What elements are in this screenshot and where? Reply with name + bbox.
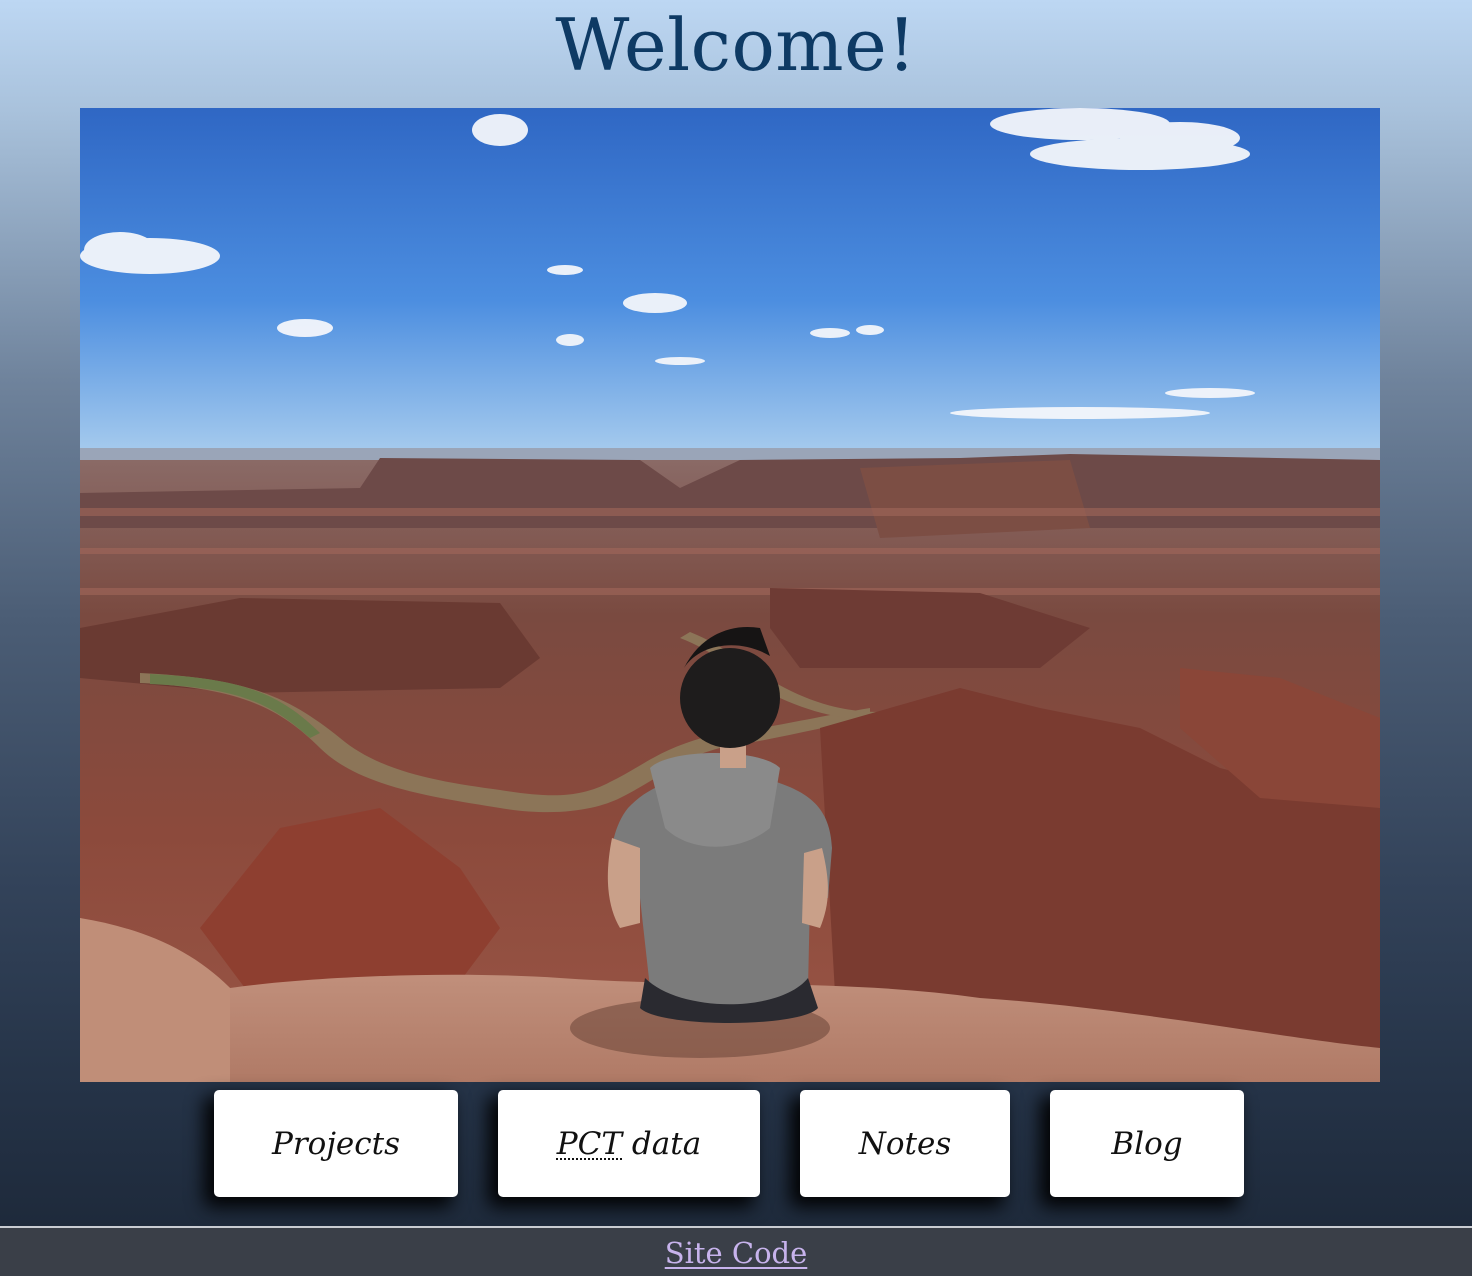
nav-blog-button[interactable]: Blog xyxy=(1050,1090,1244,1197)
nav-notes-label: Notes xyxy=(858,1125,952,1162)
nav-projects-button[interactable]: Projects xyxy=(214,1090,458,1197)
nav-projects-label: Projects xyxy=(271,1125,401,1162)
pct-data-suffix: data xyxy=(622,1125,702,1162)
site-code-link[interactable]: Site Code xyxy=(665,1236,808,1270)
nav-pct-data-button[interactable]: PCT data xyxy=(498,1090,760,1197)
nav-notes-button[interactable]: Notes xyxy=(800,1090,1010,1197)
nav-blog-label: Blog xyxy=(1111,1125,1183,1162)
pct-abbreviation: PCT xyxy=(556,1125,623,1162)
footer: Site Code xyxy=(0,1226,1472,1276)
hero-image xyxy=(80,108,1380,1082)
page-title: Welcome! xyxy=(555,3,917,87)
nav-pct-data-label: PCT data xyxy=(557,1126,701,1162)
